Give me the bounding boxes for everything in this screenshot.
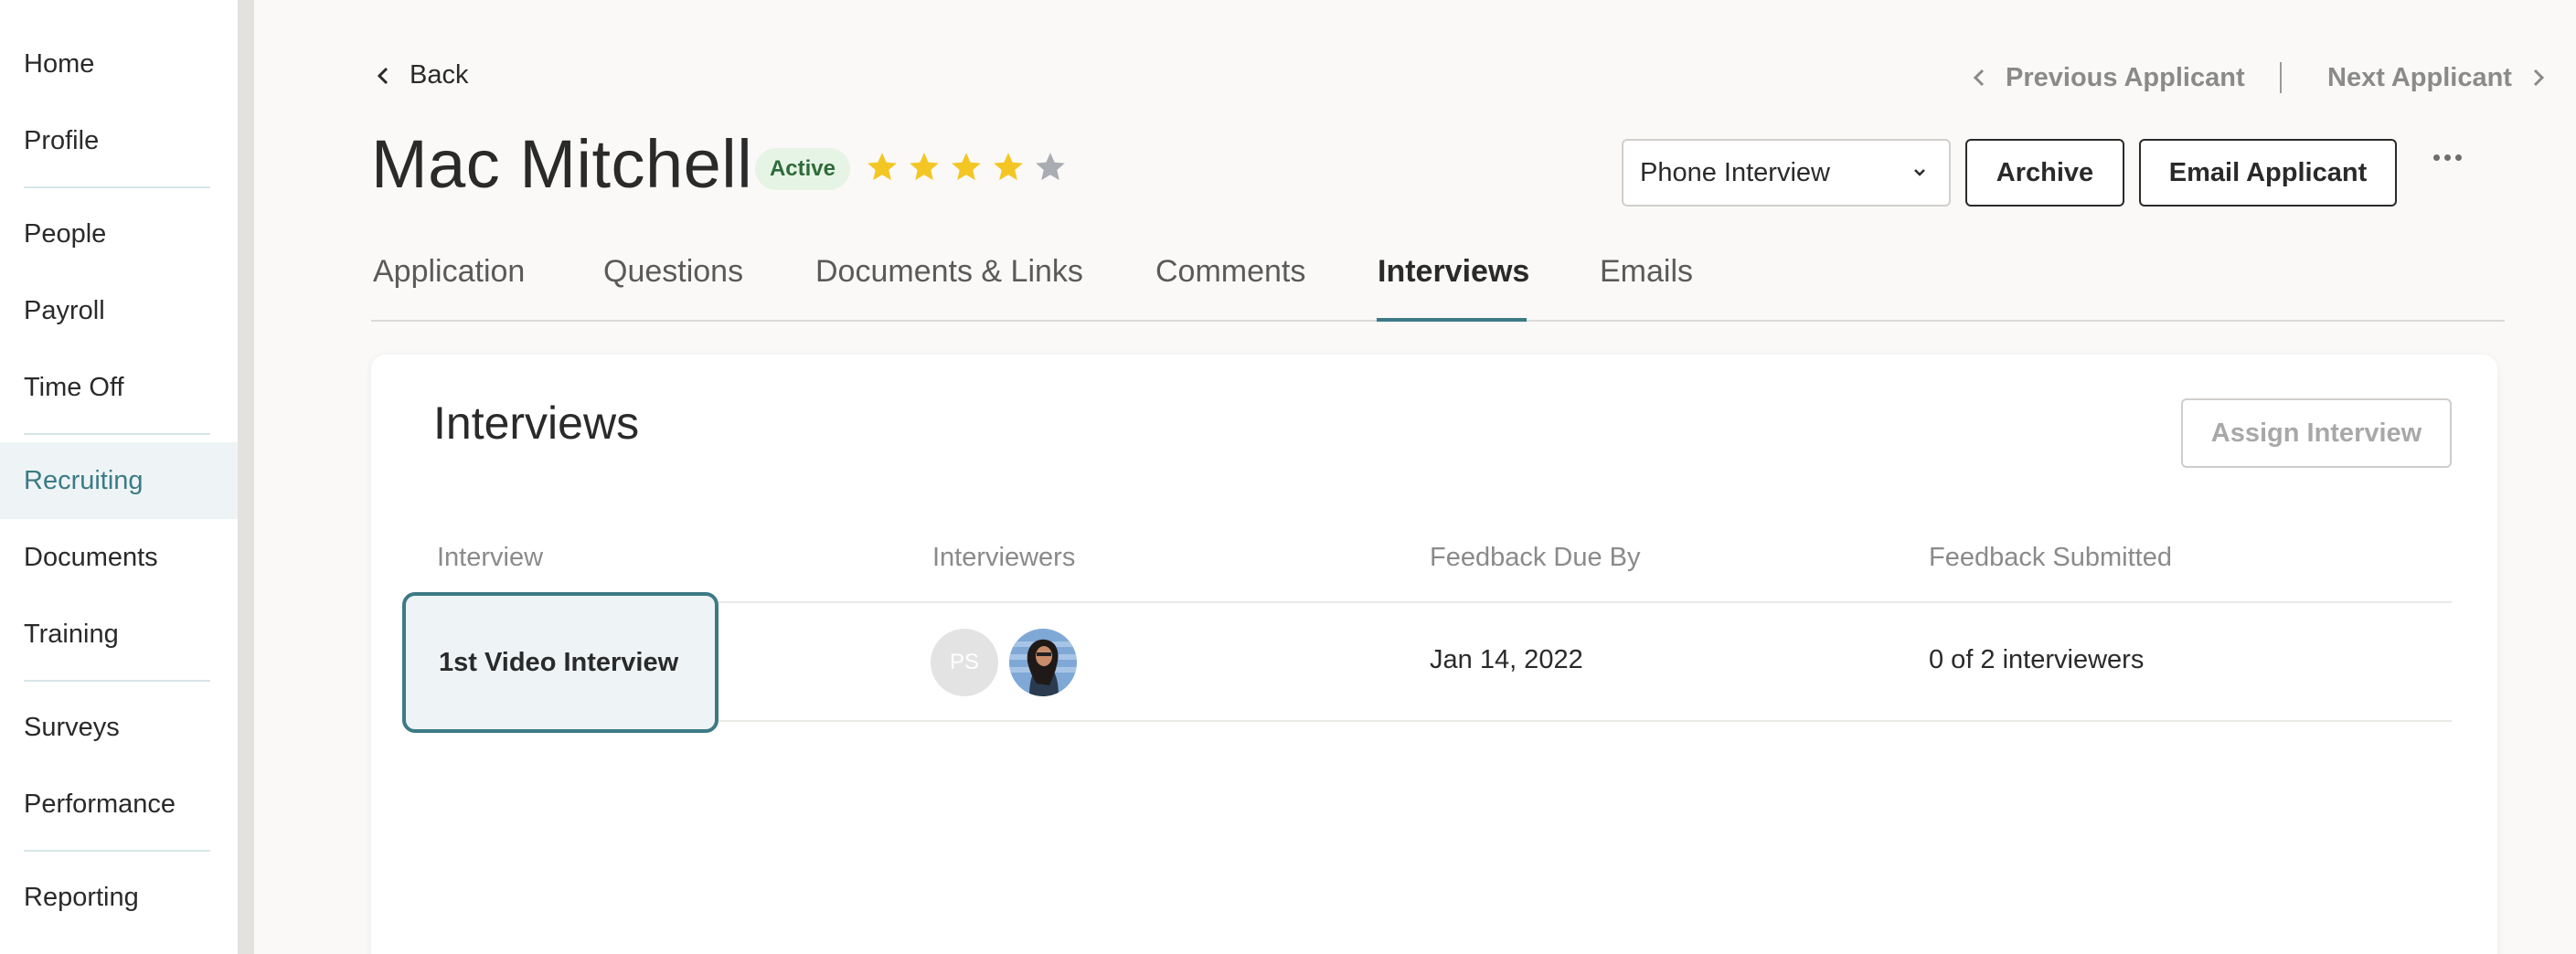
sidebar-item-profile[interactable]: Profile <box>0 102 238 179</box>
sidebar-item-training[interactable]: Training <box>0 596 238 673</box>
applicant-name: Mac Mitchell <box>371 126 753 202</box>
feedback-due-value: Jan 14, 2022 <box>1430 645 1583 674</box>
email-applicant-button[interactable]: Email Applicant <box>2139 139 2397 207</box>
sidebar-item-people[interactable]: People <box>0 196 238 272</box>
sidebar: Home Profile People Payroll Time Off Rec… <box>0 0 254 954</box>
sidebar-item-label: Payroll <box>24 295 105 325</box>
feedback-submitted-value: 0 of 2 interviewers <box>1929 645 2145 674</box>
assign-interview-button[interactable]: Assign Interview <box>2181 398 2452 468</box>
sidebar-item-label: Documents <box>24 542 158 572</box>
sidebar-item-recruiting[interactable]: Recruiting <box>0 442 238 519</box>
sidebar-divider <box>24 186 210 188</box>
stage-select[interactable]: Phone Interview <box>1622 139 1951 207</box>
sidebar-item-home[interactable]: Home <box>0 26 238 102</box>
more-options-icon[interactable] <box>2426 139 2468 175</box>
sidebar-item-label: Profile <box>24 125 100 155</box>
chevron-left-icon <box>1973 69 1985 87</box>
divider <box>2280 62 2282 93</box>
chevron-left-icon <box>377 67 389 84</box>
back-label: Back <box>410 60 469 90</box>
sidebar-divider <box>24 433 210 435</box>
tab-interviews[interactable]: Interviews <box>1378 254 1529 322</box>
sidebar-item-documents[interactable]: Documents <box>0 519 238 596</box>
avatar <box>1009 629 1077 696</box>
sidebar-item-reporting[interactable]: Reporting <box>0 859 238 936</box>
sidebar-item-payroll[interactable]: Payroll <box>0 272 238 349</box>
stage-select-value: Phone Interview <box>1640 157 1830 187</box>
column-header-interview: Interview <box>437 543 544 572</box>
star-icon[interactable] <box>1033 150 1068 185</box>
sidebar-item-label: Time Off <box>24 372 124 402</box>
chevron-down-icon <box>1914 169 1925 176</box>
next-applicant-label: Next Applicant <box>2327 62 2512 92</box>
tab-questions[interactable]: Questions <box>603 254 743 322</box>
column-header-feedback-due: Feedback Due By <box>1430 543 1641 572</box>
sidebar-item-label: Training <box>24 619 119 649</box>
sidebar-item-label: Recruiting <box>24 465 144 495</box>
sidebar-item-label: Reporting <box>24 882 139 912</box>
user-photo-icon <box>1009 629 1077 696</box>
sidebar-divider <box>24 850 210 852</box>
sidebar-item-time-off[interactable]: Time Off <box>0 349 238 426</box>
previous-applicant-link[interactable]: Previous Applicant <box>1973 60 2245 95</box>
sidebar-divider <box>24 680 210 682</box>
previous-applicant-label: Previous Applicant <box>2006 62 2245 92</box>
tab-comments[interactable]: Comments <box>1155 254 1305 322</box>
tab-application[interactable]: Application <box>373 254 525 322</box>
sidebar-item-label: People <box>24 218 107 249</box>
archive-button[interactable]: Archive <box>1965 139 2124 207</box>
star-icon[interactable] <box>991 150 1026 185</box>
back-link[interactable]: Back <box>377 60 468 90</box>
column-header-feedback-submitted: Feedback Submitted <box>1929 543 2172 572</box>
card-title: Interviews <box>433 398 640 449</box>
tab-documents-links[interactable]: Documents & Links <box>815 254 1083 322</box>
sidebar-item-label: Performance <box>24 789 176 819</box>
rating-stars[interactable] <box>865 150 1068 185</box>
sidebar-item-performance[interactable]: Performance <box>0 766 238 843</box>
avatar-initials: PS <box>949 650 979 674</box>
column-header-interviewers: Interviewers <box>932 543 1076 572</box>
status-badge: Active <box>755 148 850 190</box>
tab-emails[interactable]: Emails <box>1600 254 1693 322</box>
active-tab-indicator <box>1377 318 1527 322</box>
chevron-right-icon <box>2533 69 2545 87</box>
avatar: PS <box>931 629 998 696</box>
sidebar-item-surveys[interactable]: Surveys <box>0 689 238 766</box>
sidebar-item-label: Home <box>24 48 95 79</box>
star-icon[interactable] <box>949 150 984 185</box>
next-applicant-link[interactable]: Next Applicant <box>2327 60 2545 95</box>
sidebar-item-label: Surveys <box>24 712 120 742</box>
star-icon[interactable] <box>907 150 942 185</box>
interview-name: 1st Video Interview <box>439 647 679 677</box>
star-icon[interactable] <box>865 150 899 185</box>
interview-name-cell[interactable]: 1st Video Interview <box>402 592 719 733</box>
